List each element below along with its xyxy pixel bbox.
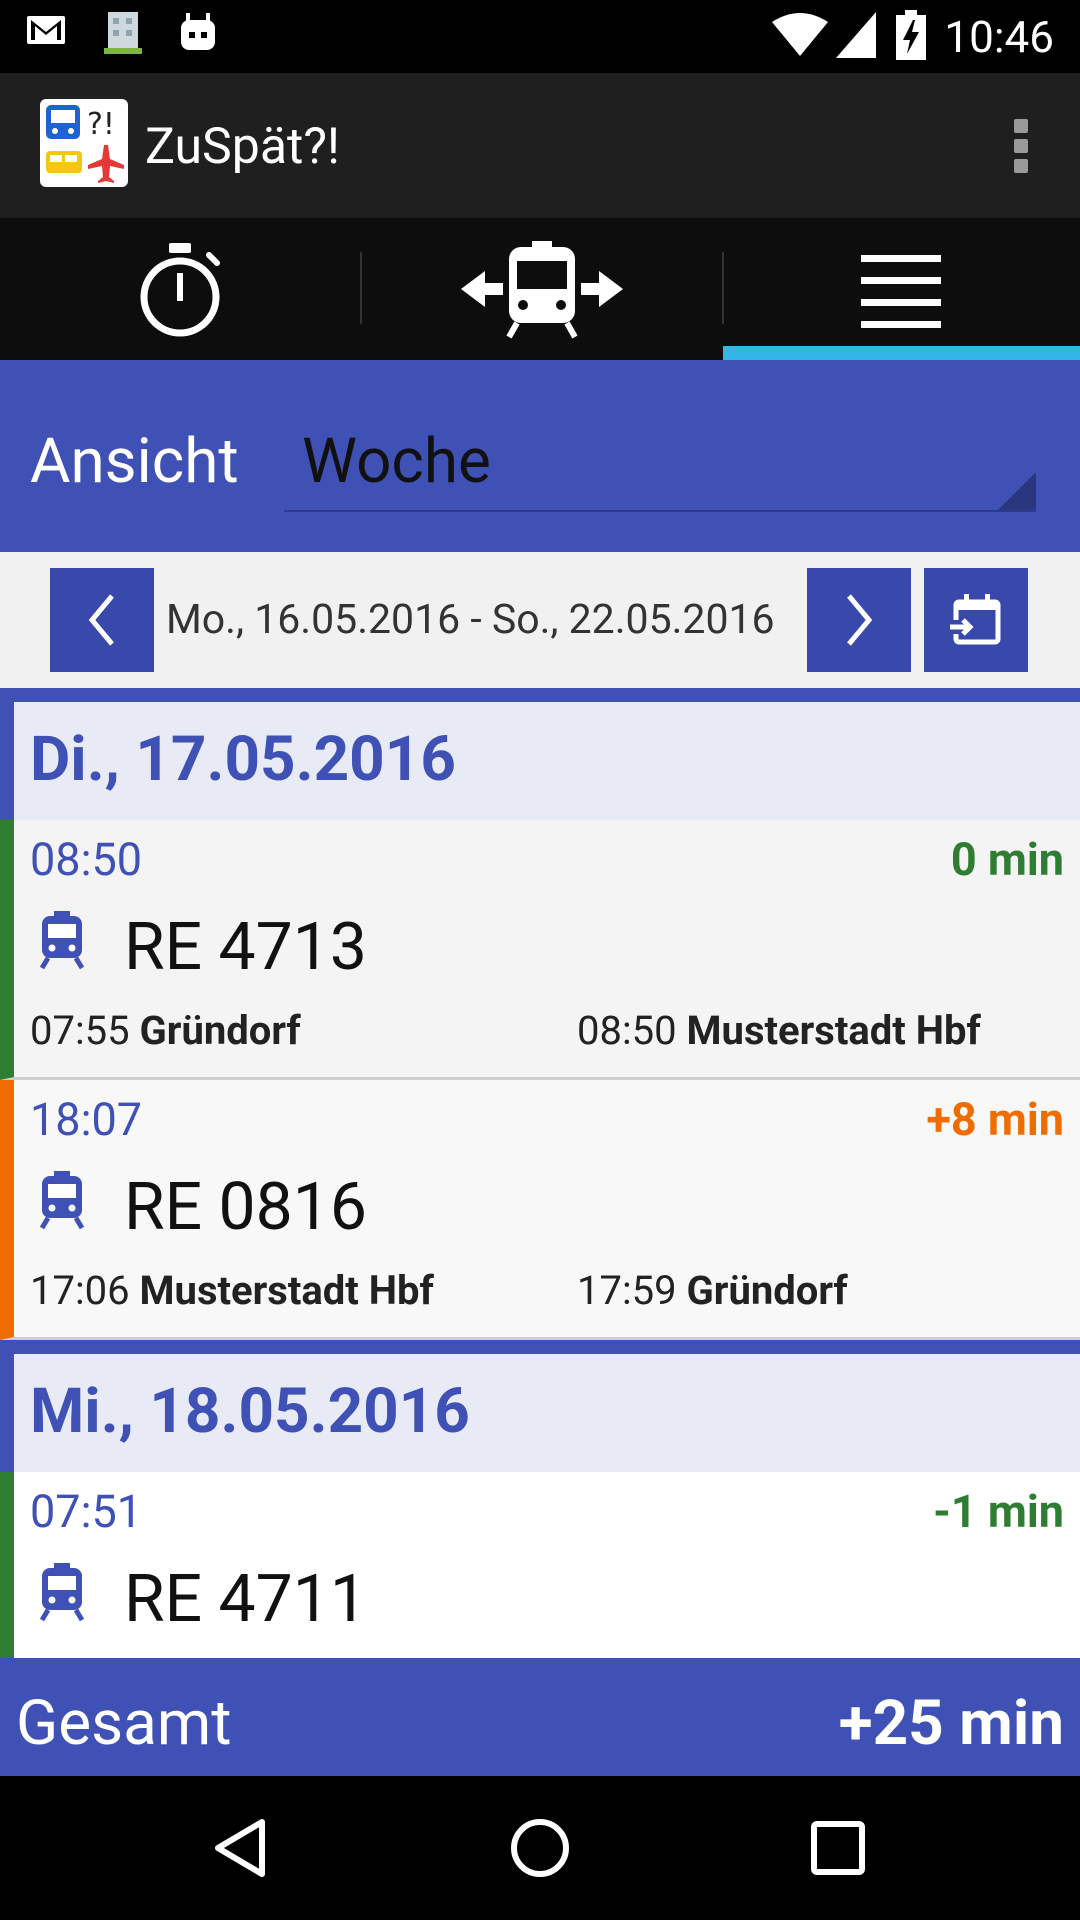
journey-entry[interactable]: 07:51 -1 min RE 4711 — [0, 1472, 1080, 1658]
entry-time: 18:07 — [30, 1093, 143, 1146]
journey-entry[interactable]: 08:50 0 min RE 4713 07:55 Gründorf 08:50… — [0, 820, 1080, 1080]
entry-train-number: RE 4711 — [124, 1561, 367, 1638]
list-menu-icon — [861, 255, 941, 328]
entry-departure: 17:06 Musterstadt Hbf — [30, 1267, 434, 1314]
system-navigation-bar — [0, 1776, 1080, 1920]
date-navigation: Mo., 16.05.2016 - So., 22.05.2016 — [0, 552, 1080, 688]
status-bar: 10:46 — [0, 0, 1080, 73]
train-arrows-icon — [461, 241, 623, 339]
home-icon[interactable] — [508, 1816, 572, 1880]
entry-delay: +8 min — [926, 1093, 1064, 1146]
total-bar: Gesamt +25 min — [0, 1658, 1080, 1776]
building-notification-icon — [104, 12, 142, 54]
battery-charging-icon — [896, 10, 926, 60]
date-range-text: Mo., 16.05.2016 - So., 22.05.2016 — [166, 596, 775, 644]
day-header: Di., 17.05.2016 — [0, 702, 1080, 820]
journey-list[interactable]: Di., 17.05.2016 08:50 0 min RE 4713 07:5… — [0, 688, 1080, 1658]
overflow-menu-button[interactable] — [990, 111, 1050, 181]
gmail-notification-icon — [27, 16, 65, 44]
day-header-label: Di., 17.05.2016 — [30, 723, 456, 796]
android-notification-icon — [181, 13, 215, 50]
entry-delay: 0 min — [950, 833, 1064, 886]
tab-bar — [0, 218, 1080, 360]
entry-time: 08:50 — [30, 833, 143, 886]
view-dropdown-value: Woche — [302, 425, 491, 498]
entry-delay: -1 min — [933, 1485, 1064, 1538]
app-title: ZuSpät?! — [145, 118, 340, 176]
stopwatch-icon — [140, 243, 220, 337]
next-week-button[interactable] — [807, 568, 911, 672]
svg-text:?!: ?! — [87, 107, 115, 142]
entry-train-number: RE 0816 — [124, 1169, 367, 1246]
back-icon[interactable] — [210, 1816, 274, 1880]
calendar-jump-icon — [950, 594, 1001, 645]
chevron-left-icon — [88, 594, 114, 646]
view-label: Ansicht — [30, 425, 239, 498]
tab-stopwatch[interactable] — [0, 218, 360, 360]
train-icon — [39, 1563, 85, 1622]
view-selector-bar: Ansicht Woche — [0, 360, 1080, 552]
overflow-menu-icon — [1014, 119, 1028, 133]
chevron-right-icon — [847, 594, 873, 646]
status-time: 10:46 — [944, 11, 1054, 63]
train-icon — [39, 911, 85, 970]
selected-tab-indicator — [723, 346, 1080, 360]
train-icon — [39, 1171, 85, 1230]
entry-train-number: RE 4713 — [124, 909, 367, 986]
dropdown-triangle-icon — [998, 472, 1036, 510]
total-label: Gesamt — [16, 1687, 232, 1760]
entry-departure: 07:55 Gründorf — [30, 1007, 301, 1054]
day-header-label: Mi., 18.05.2016 — [30, 1375, 470, 1448]
tab-connections[interactable] — [362, 218, 722, 360]
total-delay-value: +25 min — [838, 1687, 1064, 1760]
view-dropdown[interactable]: Woche — [284, 420, 1036, 512]
recents-icon[interactable] — [808, 1818, 868, 1878]
app-logo-icon: ?! — [40, 99, 128, 187]
tab-list[interactable] — [722, 218, 1080, 360]
entry-arrival: 08:50 Musterstadt Hbf — [577, 1007, 981, 1054]
day-header: Mi., 18.05.2016 — [0, 1354, 1080, 1472]
previous-week-button[interactable] — [50, 568, 154, 672]
entry-arrival: 17:59 Gründorf — [577, 1267, 848, 1314]
cell-signal-icon — [836, 12, 876, 58]
wifi-icon — [772, 13, 828, 56]
go-to-today-button[interactable] — [924, 568, 1028, 672]
app-bar: ?! ZuSpät?! — [0, 73, 1080, 220]
journey-entry[interactable]: 18:07 +8 min RE 0816 17:06 Musterstadt H… — [0, 1080, 1080, 1340]
entry-time: 07:51 — [30, 1485, 143, 1538]
